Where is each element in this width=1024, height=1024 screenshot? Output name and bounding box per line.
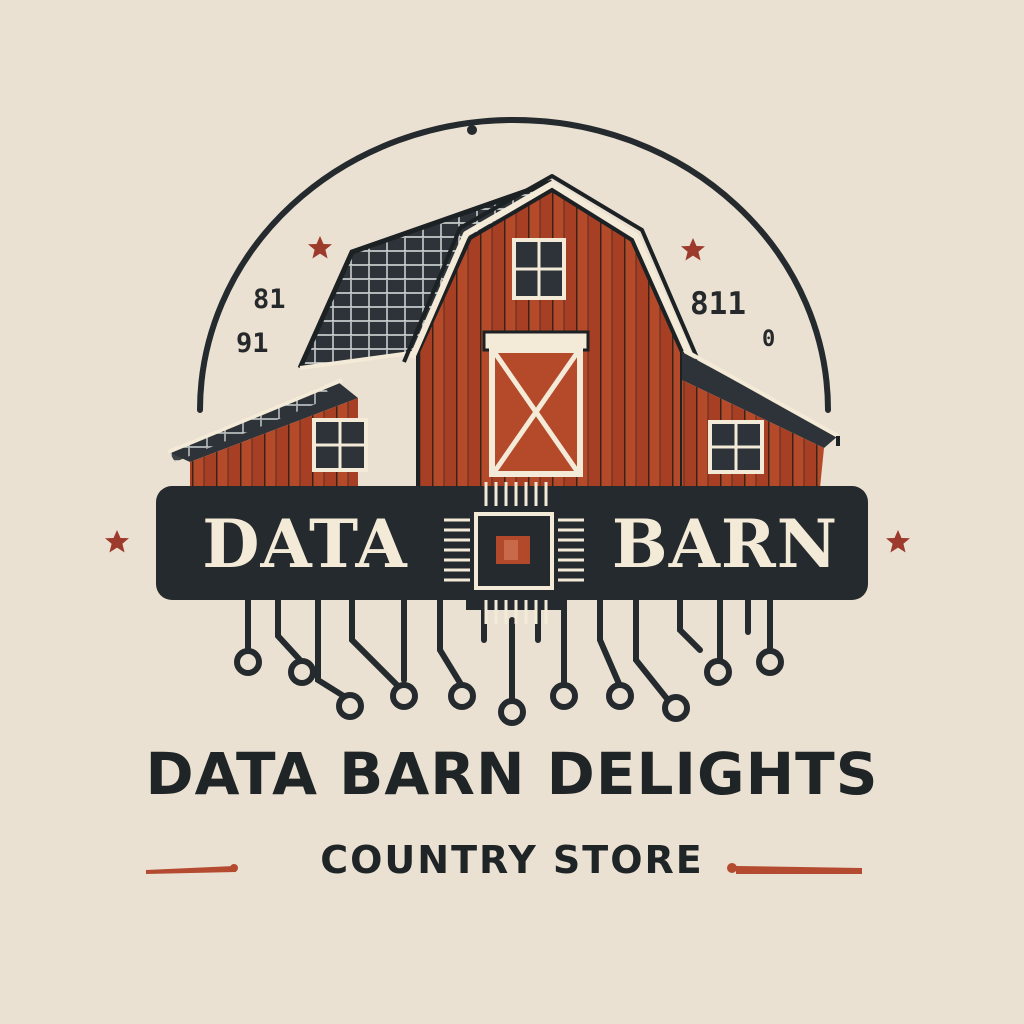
numeral-right-top: 811: [690, 286, 746, 322]
star-icon: [886, 530, 910, 553]
store-name-title: DATA BARN DELIGHTS: [145, 740, 879, 808]
numeral-right-bottom: 0: [762, 327, 776, 352]
circuit-trace-icon: [245, 597, 773, 703]
star-icon: [681, 238, 705, 261]
numeral-left-top: 81: [253, 284, 286, 315]
numeral-left-bottom: 91: [236, 328, 269, 359]
store-tagline: COUNTRY STORE: [320, 838, 704, 882]
star-icon: [105, 530, 129, 553]
star-icon: [308, 236, 332, 259]
brand-word-right: BARN: [611, 505, 839, 583]
logo-canvas: DATA BARN 81 91 811 0 DATA BARN DELIGHTS…: [0, 0, 1024, 1024]
brand-word-left: DATA: [202, 505, 408, 583]
